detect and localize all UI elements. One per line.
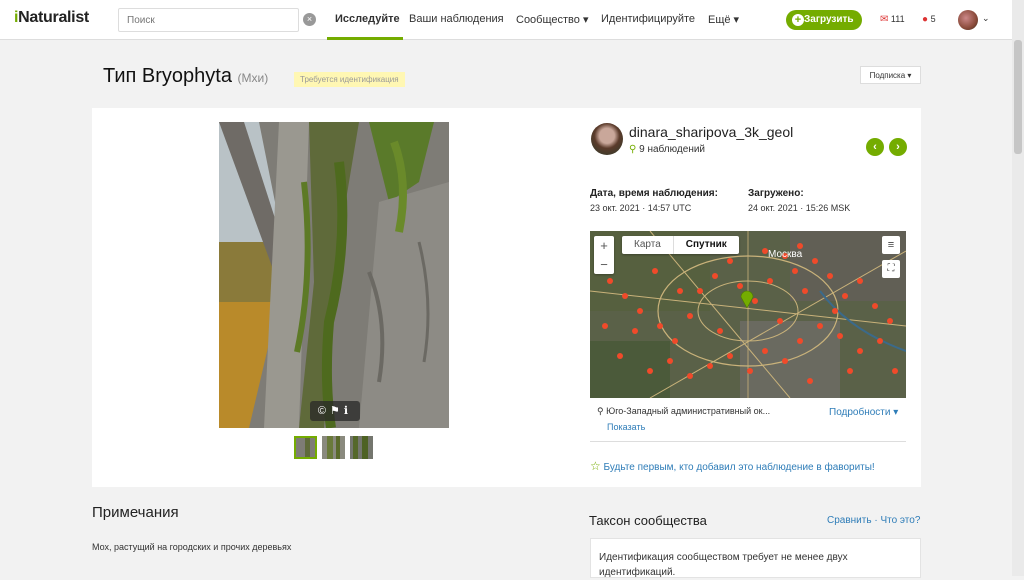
- upload-label: Загрузить: [804, 14, 854, 25]
- scrollbar-thumb[interactable]: [1014, 40, 1022, 154]
- observation-count-label: 9 наблюдений: [639, 144, 706, 155]
- photo-thumbnail[interactable]: [294, 436, 317, 459]
- upload-button[interactable]: + Загрузить: [786, 10, 862, 30]
- observed-date-value: 23 окт. 2021 · 14:57 UTC: [590, 203, 692, 213]
- nav-explore[interactable]: Исследуйте: [335, 13, 400, 25]
- observer-name[interactable]: dinara_sharipova_3k_geol: [629, 124, 793, 140]
- observation-map[interactable]: [590, 231, 906, 398]
- favorite-link[interactable]: ☆ Будьте первым, кто добавил это наблюде…: [590, 459, 875, 473]
- favorite-label: Будьте первым, кто добавил это наблюдени…: [603, 462, 875, 473]
- what-is-this-link[interactable]: · Что это?: [874, 515, 920, 526]
- location-details-link[interactable]: Подробности ▾: [829, 407, 898, 418]
- observation-pin-icon[interactable]: [740, 290, 754, 308]
- satellite-map-image: [590, 231, 906, 398]
- fullscreen-icon[interactable]: ⛶: [882, 260, 900, 278]
- nav-your-observations[interactable]: Ваши наблюдения: [409, 13, 504, 25]
- observer-avatar[interactable]: [591, 123, 623, 155]
- messages-count: 111: [890, 14, 905, 24]
- location-text: ⚲ Юго-Западный административный ок...: [597, 406, 770, 417]
- nav-community[interactable]: Сообщество ▾: [516, 13, 588, 26]
- notes-heading: Примечания: [92, 504, 179, 521]
- clear-search-icon[interactable]: ×: [303, 13, 316, 26]
- star-icon: ☆: [590, 459, 601, 473]
- notes-text: Мох, растущий на городских и прочих дере…: [92, 542, 292, 552]
- map-type-map[interactable]: Карта: [622, 236, 673, 254]
- map-type-toggle[interactable]: Карта Спутник: [622, 236, 739, 254]
- taxon-rank: Тип: [103, 65, 137, 87]
- logo-text: Naturalist: [18, 9, 89, 26]
- observer-observation-count[interactable]: ⚲ 9 наблюдений: [629, 144, 705, 155]
- map-city-label: Москва: [768, 249, 803, 260]
- previous-observation-button[interactable]: ‹: [866, 138, 884, 156]
- divider: [590, 441, 906, 442]
- location-place: Юго-Западный административный ок...: [606, 406, 771, 416]
- chat-bubble-icon: ●: [922, 14, 929, 25]
- uploaded-date-label: Загружено:: [748, 188, 804, 199]
- next-observation-button[interactable]: ›: [889, 138, 907, 156]
- zoom-in-icon[interactable]: +: [594, 236, 614, 255]
- nav-more[interactable]: Ещё ▾: [708, 13, 739, 26]
- plus-icon: +: [792, 14, 804, 26]
- show-location-link[interactable]: Показать: [607, 422, 645, 432]
- zoom-out-icon[interactable]: −: [594, 255, 614, 274]
- thumbnail-image: [350, 436, 373, 459]
- inaturalist-logo[interactable]: iNaturalist: [14, 9, 89, 27]
- map-zoom-control[interactable]: + −: [594, 236, 614, 274]
- photo-controls[interactable]: ©⚑ℹ: [310, 401, 360, 421]
- uploaded-date-value: 24 окт. 2021 · 15:26 MSK: [748, 203, 851, 213]
- thumbnail-image: [296, 438, 315, 457]
- quality-grade-badge: Требуется идентификация: [294, 72, 405, 87]
- thumbnail-image: [322, 436, 345, 459]
- map-marker-icon: ⚲: [597, 406, 604, 416]
- observed-date-label: Дата, время наблюдения:: [590, 188, 718, 199]
- photo-thumbnail[interactable]: [350, 436, 373, 459]
- taxon-name[interactable]: Bryophyta: [142, 65, 232, 87]
- active-nav-underline: [327, 37, 403, 40]
- compare-link[interactable]: Сравнить: [827, 515, 872, 526]
- chevron-down-icon[interactable]: ⌄: [982, 13, 990, 24]
- page-title: Тип Bryophyta (Мхи): [103, 65, 268, 88]
- tree-bark-image: [219, 122, 449, 428]
- observation-photo[interactable]: [219, 122, 449, 428]
- messages-link[interactable]: ✉ 111: [880, 14, 905, 25]
- community-taxon-heading: Таксон сообщества: [589, 513, 707, 528]
- notifications-link[interactable]: ● 5: [922, 14, 936, 25]
- envelope-icon: ✉: [880, 14, 889, 25]
- nav-identify[interactable]: Идентифицируйте: [601, 13, 695, 25]
- notifications-count: 5: [930, 14, 936, 24]
- map-type-satellite[interactable]: Спутник: [672, 236, 739, 254]
- taxon-common-name: (Мхи): [237, 71, 269, 85]
- search-input[interactable]: [118, 8, 299, 32]
- user-avatar[interactable]: [958, 10, 978, 30]
- binoculars-icon: ⚲: [629, 144, 637, 155]
- layers-icon[interactable]: ≡: [882, 236, 900, 254]
- photo-thumbnail[interactable]: [322, 436, 345, 459]
- community-taxon-links: Сравнить · Что это?: [827, 515, 920, 526]
- subscribe-button[interactable]: Подписка ▾: [860, 66, 921, 84]
